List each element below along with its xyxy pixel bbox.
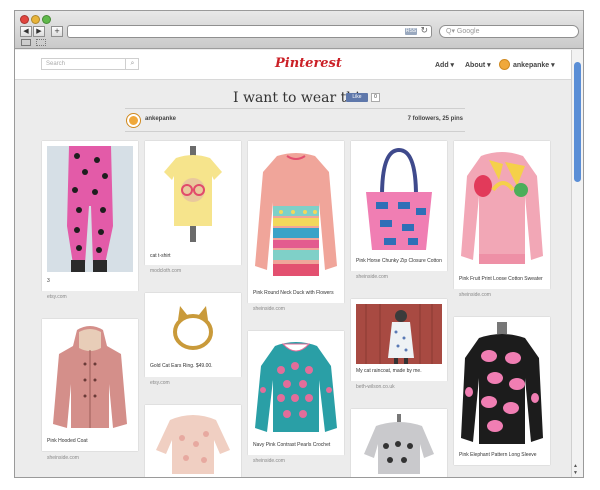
pin-source[interactable]: beth-wilson.co.uk <box>351 381 447 393</box>
pin-description: Gold Cat Ears Ring. $49.00. <box>150 363 213 369</box>
pin-card[interactable]: Pink Elephant Pattern Long Sleeve <box>454 317 550 465</box>
scrollbar-thumb[interactable] <box>574 62 581 182</box>
pin-source[interactable]: sheinside.com <box>248 455 344 467</box>
fruit-sweater-image <box>459 146 545 272</box>
pin-card[interactable]: Pink Hooded Coat <box>42 319 138 451</box>
cat-print-leggings-image <box>47 146 133 272</box>
pinterest-logo[interactable]: Pinterest <box>275 56 342 71</box>
bookmarks-book-icon[interactable] <box>21 39 31 46</box>
owner-name[interactable]: ankepanke <box>145 116 176 122</box>
pin-description: Pink Horse Chunky Zip Closure Cotton <box>356 258 442 264</box>
rss-icon[interactable]: RSS <box>405 28 417 35</box>
pin-description: 3 <box>47 278 50 284</box>
board-owner-bar: ankepanke 7 followers, 25 pins <box>125 108 465 132</box>
minimize-window-icon[interactable] <box>31 15 40 24</box>
back-button[interactable]: ◀ <box>20 26 32 37</box>
duck-sweater-image <box>253 146 339 286</box>
pin-source[interactable]: sheinside.com <box>42 452 138 464</box>
close-window-icon[interactable] <box>20 15 29 24</box>
pin-source[interactable]: sheinside.com <box>454 289 550 301</box>
pin-description: Pink Fruit Print Loose Cotton Sweater <box>459 276 543 282</box>
polka-dot-sweater-image <box>253 336 339 436</box>
browser-window: ◀ ▶ + RSS ↻ Q▾ Google Search ⌕ Pinterest… <box>14 10 584 478</box>
pin-description: cat t-shirt <box>150 253 171 259</box>
site-header: Search ⌕ Pinterest Add ▾ About ▾ ankepan… <box>15 50 573 80</box>
pin-card[interactable]: My cat raincoat, made by me. <box>351 299 447 381</box>
add-menu[interactable]: Add ▾ <box>435 61 454 69</box>
owner-avatar[interactable] <box>127 114 140 127</box>
pastel-knit-sweater-image <box>150 410 236 474</box>
horse-tote-bag-image <box>356 146 442 252</box>
like-count: 0 <box>371 93 380 102</box>
pin-card[interactable] <box>351 409 447 477</box>
top-sites-grid-icon[interactable] <box>36 39 46 46</box>
pin-description: My cat raincoat, made by me. <box>356 368 422 374</box>
pink-hooded-coat-image <box>47 324 133 434</box>
grey-cat-sweater-image <box>356 414 442 474</box>
about-menu[interactable]: About ▾ <box>465 61 491 69</box>
pin-card[interactable]: Pink Fruit Print Loose Cotton Sweater <box>454 141 550 289</box>
pin-source[interactable]: modcloth.com <box>145 265 241 277</box>
browser-toolbar: ◀ ▶ + RSS ↻ Q▾ Google <box>15 11 583 49</box>
pin-source[interactable]: sheinside.com <box>248 303 344 315</box>
pin-description: Pink Elephant Pattern Long Sleeve <box>459 452 537 458</box>
board-stats: 7 followers, 25 pins <box>407 116 463 122</box>
pin-description: Pink Hooded Coat <box>47 438 88 444</box>
pin-description: Navy Pink Contrast Pearls Crochet <box>253 442 331 448</box>
user-menu[interactable]: ankepanke ▾ <box>513 61 555 69</box>
pin-source[interactable]: sheinside.com <box>351 271 447 283</box>
user-avatar[interactable] <box>499 59 510 70</box>
search-icon[interactable]: ⌕ <box>125 58 139 70</box>
pin-card[interactable]: Pink Round Neck Duck with Flowers <box>248 141 344 303</box>
pin-card[interactable]: cat t-shirt <box>145 141 241 265</box>
cat-raincoat-photo-image <box>356 304 442 364</box>
zoom-window-icon[interactable] <box>42 15 51 24</box>
forward-button[interactable]: ▶ <box>33 26 45 37</box>
new-tab-button[interactable]: + <box>51 26 63 37</box>
browser-search-input[interactable]: Q▾ Google <box>439 25 579 38</box>
elephant-sweater-image <box>459 322 545 448</box>
address-bar[interactable]: RSS ↻ <box>67 25 432 38</box>
pin-description: Pink Round Neck Duck with Flowers <box>253 290 334 296</box>
pin-source[interactable]: etsy.com <box>42 291 138 303</box>
scroll-arrows-icon[interactable]: ▲ ▼ <box>573 463 578 477</box>
pin-card[interactable]: Pink Horse Chunky Zip Closure Cotton <box>351 141 447 271</box>
pin-card[interactable] <box>145 405 241 477</box>
cat-glasses-tshirt-image <box>150 146 236 246</box>
pin-card[interactable]: 3 <box>42 141 138 291</box>
pin-card[interactable]: Gold Cat Ears Ring. $49.00. <box>145 293 241 377</box>
pin-card[interactable]: Navy Pink Contrast Pearls Crochet <box>248 331 344 455</box>
reload-icon[interactable]: ↻ <box>420 26 428 37</box>
facebook-like-button[interactable]: Like <box>346 93 368 102</box>
cat-ears-ring-image <box>150 298 236 358</box>
pin-source[interactable]: etsy.com <box>145 377 241 389</box>
page-scrollbar[interactable]: ▲ ▼ <box>571 50 583 477</box>
